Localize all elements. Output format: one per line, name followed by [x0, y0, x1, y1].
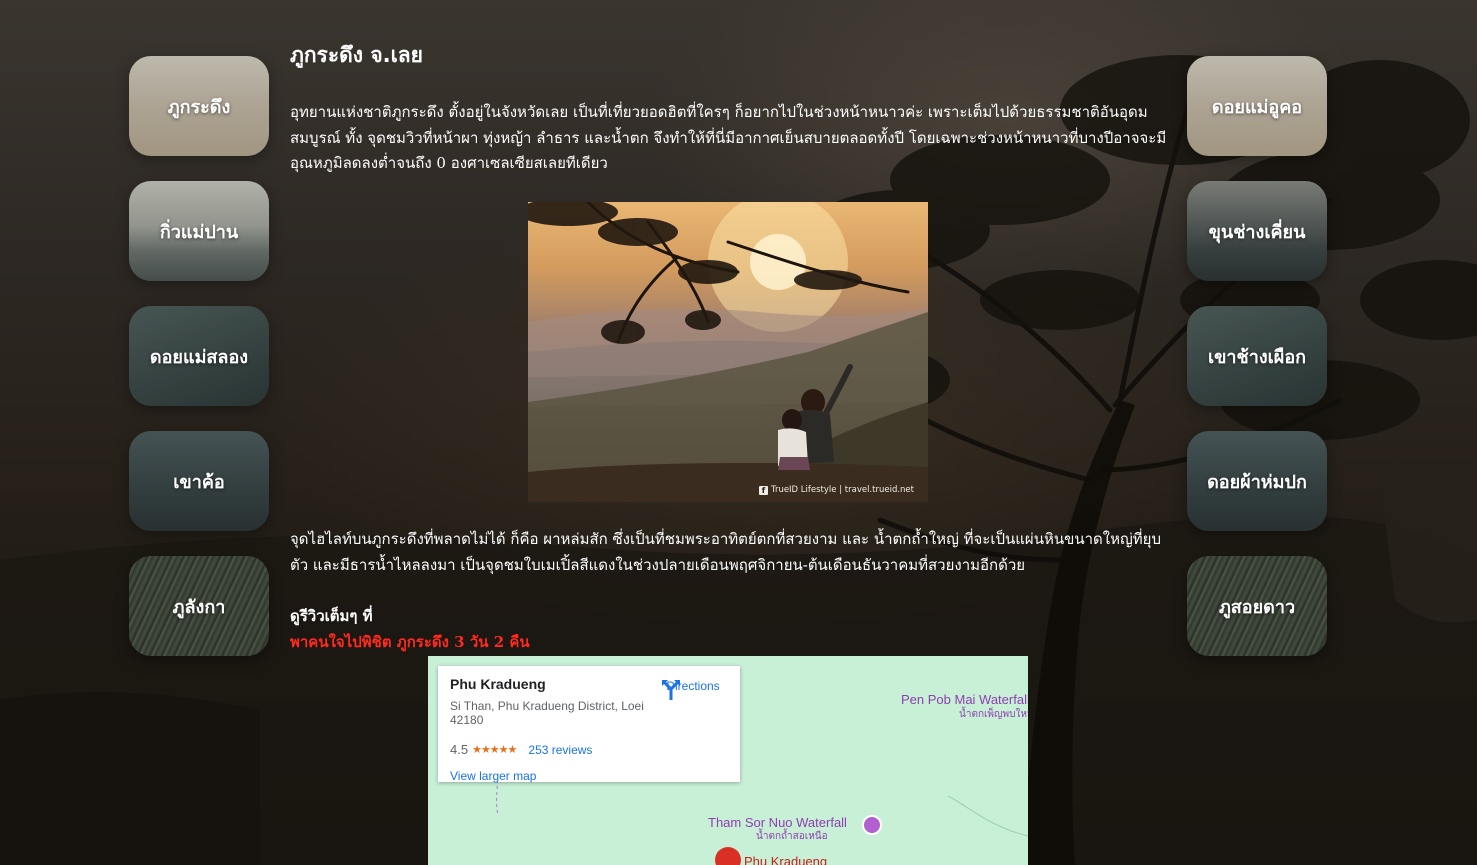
card-kew-mae-pan[interactable]: กิ่วแม่ปาน: [129, 181, 269, 281]
photo-scene: [528, 202, 928, 502]
card-phu-soi-dao[interactable]: ภูสอยดาว: [1187, 556, 1327, 656]
card-phu-langka[interactable]: ภูลังกา: [129, 556, 269, 656]
card-label: ภูกระดึง: [167, 96, 231, 118]
card-doi-pha-hom-pok[interactable]: ดอยผ้าห่มปก: [1187, 431, 1327, 531]
reviews-link[interactable]: 253 reviews: [528, 743, 592, 757]
facebook-icon: f: [759, 485, 768, 495]
directions-button[interactable]: Directions: [660, 678, 726, 700]
card-label: ขุนช่างเคี่ยน: [1208, 221, 1306, 243]
poi-tham-sor-nuo-waterfall-thai: น้ำตกถ้ำสอเหนือ: [756, 831, 828, 842]
highlight-paragraph: จุดไฮไลท์บนภูกระดึงที่พลาดไม่ได้ ก็คือ ผ…: [290, 530, 1161, 574]
rating-value: 4.5: [450, 742, 469, 757]
card-khao-chang-phueak[interactable]: เขาช้างเผือก: [1187, 306, 1327, 406]
embedded-map[interactable]: Phu Kradueng Si Than, Phu Kradueng Distr…: [428, 656, 1028, 865]
pin-label: Phu Kradueng: [744, 854, 828, 865]
card-label: ภูลังกา: [172, 596, 226, 618]
phu-kradueng-photo: f TrueID Lifestyle | travel.trueid.net: [528, 202, 928, 502]
place-address: Si Than, Phu Kradueng District, Loei 421…: [450, 699, 644, 727]
card-label: เขาช้างเผือก: [1207, 346, 1307, 368]
poi-pen-pob-mai-waterfall-thai: น้ำตกเพ็ญพบใหม่: [959, 709, 1028, 720]
card-label: ดอยแม่อูคอ: [1211, 96, 1303, 118]
review-prefix: ดูรีวิวเต็มๆ ที่: [290, 607, 373, 625]
star-rating-icon: ★★★★★: [472, 744, 517, 756]
card-label: ดอยแม่สลอง: [149, 346, 249, 368]
directions-icon: [662, 680, 680, 700]
page-title: ภูกระดึง จ.เลย: [290, 43, 423, 67]
camera-poi-icon[interactable]: [862, 815, 882, 835]
photo-credit: f TrueID Lifestyle | travel.trueid.net: [759, 485, 914, 495]
place-rating: 4.5 ★★★★★ 253 reviews: [450, 742, 592, 757]
place-name: Phu Kradueng: [450, 676, 546, 692]
card-label: เขาค้อ: [173, 471, 225, 493]
card-doi-mae-salong[interactable]: ดอยแม่สลอง: [129, 306, 269, 406]
credit-text: TrueID Lifestyle | travel.trueid.net: [771, 485, 914, 495]
intro-paragraph: อุทยานแห่งชาติภูกระดึง ตั้งอยู่ในจังหวัด…: [290, 103, 1167, 172]
card-phu-kradueng[interactable]: ภูกระดึง: [129, 56, 269, 156]
card-doi-mae-u-kho[interactable]: ดอยแม่อูคอ: [1187, 56, 1327, 156]
card-label: กิ่วแม่ปาน: [159, 221, 239, 243]
review-link[interactable]: พาคนใจไปพิชิต ภูกระดึง 3 วัน 2 คืน: [290, 630, 530, 654]
card-khun-chang-khian[interactable]: ขุนช่างเคี่ยน: [1187, 181, 1327, 281]
card-label: ดอยผ้าห่มปก: [1207, 471, 1307, 493]
poi-tham-sor-nuo-waterfall[interactable]: Tham Sor Nuo Waterfall: [708, 815, 847, 830]
place-info-card: Phu Kradueng Si Than, Phu Kradueng Distr…: [438, 666, 740, 783]
card-label: ภูสอยดาว: [1218, 596, 1296, 618]
card-khao-kho[interactable]: เขาค้อ: [129, 431, 269, 531]
view-larger-map-link[interactable]: View larger map: [450, 769, 536, 783]
poi-pen-pob-mai-waterfall[interactable]: Pen Pob Mai Waterfall: [901, 692, 1028, 707]
